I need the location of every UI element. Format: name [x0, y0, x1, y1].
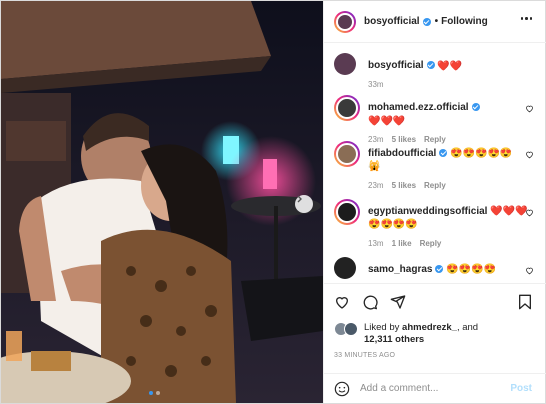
emoji-icon[interactable] — [334, 381, 350, 397]
add-comment-input[interactable]: Add a comment... — [360, 383, 438, 394]
chevron-right-icon — [297, 195, 302, 203]
verified-badge-icon — [422, 17, 431, 26]
comment-text: ❤️❤️❤️ — [368, 116, 406, 127]
liked-by-others[interactable]: 12,311 others — [364, 334, 424, 345]
verified-badge-icon — [471, 103, 480, 111]
caption-avatar[interactable] — [334, 53, 356, 75]
comment-time: 23m — [368, 181, 384, 190]
comment-username[interactable]: samo_hagras — [368, 264, 432, 275]
comment-avatar[interactable] — [334, 95, 360, 121]
comment-avatar[interactable] — [334, 141, 360, 167]
next-photo-button[interactable] — [295, 195, 313, 213]
post-comment-button[interactable]: Post — [510, 383, 532, 394]
comment-avatar[interactable] — [334, 257, 356, 279]
like-comment-icon[interactable] — [525, 266, 534, 275]
bookmark-icon[interactable] — [518, 294, 532, 310]
post-header: bosyofficial • Following — [324, 1, 546, 43]
carousel-indicator — [149, 391, 160, 395]
caption-text: ❤️❤️ — [437, 61, 463, 72]
post-side-panel: bosyofficial • Following bosyofficial ❤️… — [323, 1, 546, 403]
reply-button[interactable]: Reply — [424, 181, 446, 190]
like-comment-icon[interactable] — [525, 208, 534, 217]
reply-button[interactable]: Reply — [424, 135, 446, 144]
post-photo[interactable] — [1, 1, 323, 403]
reply-button[interactable]: Reply — [420, 239, 442, 248]
comment-meta: 23m 5 likes Reply — [368, 133, 518, 146]
like-comment-icon[interactable] — [525, 150, 534, 159]
comment-icon[interactable] — [362, 294, 378, 310]
like-icon[interactable] — [334, 294, 350, 310]
liked-by-text: Liked by ahmedrezk_, and 12,311 others — [364, 322, 479, 345]
author-username[interactable]: bosyofficial — [364, 16, 420, 27]
author-avatar[interactable] — [334, 10, 356, 33]
verified-badge-icon — [426, 61, 435, 69]
liked-by-user[interactable]: ahmedrezk_ — [402, 322, 457, 333]
share-icon[interactable] — [390, 294, 406, 310]
comment-meta: 13m 1 like Reply — [368, 237, 528, 250]
post-timestamp: 33 MINUTES AGO — [334, 352, 396, 359]
comment-likes[interactable]: 5 likes — [392, 135, 416, 144]
instagram-post: bosyofficial • Following bosyofficial ❤️… — [0, 0, 546, 404]
comment-username[interactable]: fifiabdoufficial — [368, 148, 436, 159]
likes-summary: Liked by ahmedrezk_, and 12,311 others — [334, 322, 478, 346]
following-button[interactable]: Following — [441, 16, 488, 27]
comment-time: 13m — [368, 239, 384, 248]
follow-separator: • — [434, 16, 439, 27]
liker-avatars — [334, 322, 358, 346]
comment-username[interactable]: egyptianweddingsofficial — [368, 206, 487, 217]
add-comment-bar: Add a comment... Post — [324, 373, 546, 403]
comment-text: 😍😍😍😍 — [446, 264, 497, 275]
comments-list: bosyofficial ❤️❤️ 33m mohamed.ezz.offici… — [324, 43, 546, 283]
liked-by-and: and — [462, 322, 479, 333]
like-comment-icon[interactable] — [525, 104, 534, 113]
comment-likes[interactable]: 5 likes — [392, 181, 416, 190]
comment-time: 23m — [368, 135, 384, 144]
carousel-dot — [156, 391, 160, 395]
comment-avatar[interactable] — [334, 199, 360, 225]
liked-by-label: Liked by — [364, 322, 400, 333]
comment-likes[interactable]: 1 like — [392, 239, 412, 248]
comment-username[interactable]: mohamed.ezz.official — [368, 102, 469, 113]
caption-username[interactable]: bosyofficial — [368, 60, 424, 71]
liker-avatar[interactable] — [344, 322, 358, 336]
caption-time: 33m — [368, 80, 384, 89]
carousel-dot — [149, 391, 153, 395]
more-options-icon[interactable] — [520, 17, 532, 20]
photo-scene — [1, 1, 323, 403]
comment-meta: 23m 5 likes Reply — [368, 179, 518, 192]
verified-badge-icon — [439, 149, 448, 157]
verified-badge-icon — [435, 265, 444, 273]
